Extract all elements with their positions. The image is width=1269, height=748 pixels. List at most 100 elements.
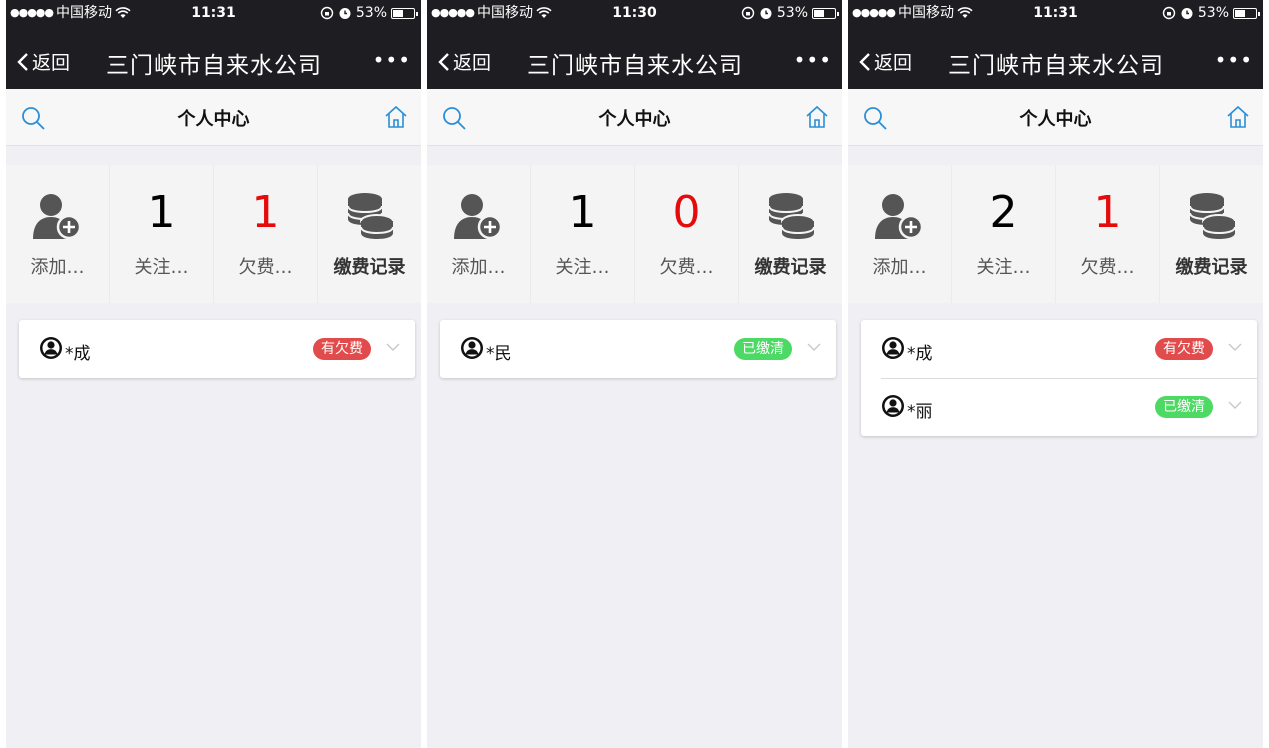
payment-records-label: 缴费记录: [1175, 257, 1248, 278]
account-name: *成: [907, 344, 933, 364]
alarm-icon: [760, 8, 772, 19]
add-account-button[interactable]: 添加…: [848, 165, 952, 303]
payment-records-label: 缴费记录: [754, 257, 827, 278]
section-header: 个人中心: [848, 89, 1263, 146]
owing-accounts-stat[interactable]: 0 欠费…: [635, 165, 739, 303]
battery-percent: 53%: [355, 5, 387, 21]
chevron-down-icon[interactable]: [1227, 341, 1243, 353]
home-icon[interactable]: [383, 104, 409, 130]
add-account-button[interactable]: 添加…: [427, 165, 531, 303]
add-account-label: 添加…: [30, 257, 85, 278]
account-list: *民 已缴清: [440, 320, 836, 378]
person-icon: [882, 395, 904, 417]
chevron-down-icon[interactable]: [385, 341, 401, 353]
phone-screen-3: ●●●●● 中国移动 11:31 53% 返回 三门峡市自来水公司 ••• 个人…: [848, 0, 1263, 748]
status-badge: 有欠费: [313, 338, 371, 360]
account-row[interactable]: *丽 已缴清: [861, 378, 1257, 436]
section-title: 个人中心: [177, 109, 250, 130]
owing-count: 1: [1093, 187, 1122, 238]
wechat-nav-bar: 返回 三门峡市自来水公司 •••: [427, 34, 842, 89]
chevron-down-icon[interactable]: [806, 341, 822, 353]
back-label: 返回: [874, 52, 913, 74]
payment-records-button[interactable]: 缴费记录: [739, 165, 842, 303]
phone-screen-1: ●●●●● 中国移动 11:31 53% 返回 三门峡市自来水公司 ••• 个人…: [6, 0, 421, 748]
owing-label: 欠费…: [238, 257, 293, 278]
add-user-icon: [32, 194, 81, 240]
followed-label: 关注…: [134, 257, 189, 278]
owing-accounts-stat[interactable]: 1 欠费…: [214, 165, 318, 303]
back-button[interactable]: 返回: [16, 48, 70, 75]
chevron-left-icon: [438, 52, 449, 71]
chevron-down-icon[interactable]: [1227, 399, 1243, 411]
person-icon: [40, 337, 62, 359]
account-stats: 添加… 1 关注… 1 欠费… 缴费记录: [6, 165, 421, 303]
followed-count: 1: [147, 187, 176, 238]
followed-accounts-stat[interactable]: 1 关注…: [531, 165, 635, 303]
coins-icon: [346, 193, 394, 239]
page-title: 三门峡市自来水公司: [106, 53, 322, 79]
followed-count: 1: [568, 187, 597, 238]
account-stats: 添加… 2 关注… 1 欠费… 缴费记录: [848, 165, 1263, 303]
battery-percent: 53%: [776, 5, 808, 21]
chevron-left-icon: [17, 52, 28, 71]
battery-icon: [812, 7, 839, 19]
payment-records-label: 缴费记录: [333, 257, 406, 278]
status-badge: 有欠费: [1155, 338, 1213, 360]
followed-accounts-stat[interactable]: 1 关注…: [110, 165, 214, 303]
more-menu-button[interactable]: •••: [1215, 48, 1253, 72]
status-badge: 已缴清: [734, 338, 792, 360]
battery-icon: [391, 7, 418, 19]
rotation-lock-icon: [320, 6, 334, 20]
followed-label: 关注…: [555, 257, 610, 278]
coins-icon: [1188, 193, 1236, 239]
account-row[interactable]: *成 有欠费: [861, 320, 1257, 378]
section-title: 个人中心: [1019, 109, 1092, 130]
followed-label: 关注…: [976, 257, 1031, 278]
account-list: *成 有欠费 *丽 已缴清: [861, 320, 1257, 436]
more-menu-button[interactable]: •••: [373, 48, 411, 72]
payment-records-button[interactable]: 缴费记录: [318, 165, 421, 303]
phone-screen-2: ●●●●● 中国移动 11:30 53% 返回 三门峡市自来水公司 ••• 个人…: [427, 0, 842, 748]
account-name: *民: [486, 344, 512, 364]
add-user-icon: [453, 194, 502, 240]
back-button[interactable]: 返回: [858, 48, 912, 75]
back-label: 返回: [32, 52, 71, 74]
add-account-label: 添加…: [451, 257, 506, 278]
section-title: 个人中心: [598, 109, 671, 130]
owing-count: 0: [672, 187, 701, 238]
page-title: 三门峡市自来水公司: [948, 53, 1164, 79]
owing-label: 欠费…: [659, 257, 714, 278]
rotation-lock-icon: [741, 6, 755, 20]
person-icon: [461, 337, 483, 359]
chevron-left-icon: [859, 52, 870, 71]
owing-accounts-stat[interactable]: 1 欠费…: [1056, 165, 1160, 303]
back-label: 返回: [453, 52, 492, 74]
alarm-icon: [339, 8, 351, 19]
account-name: *成: [65, 344, 91, 364]
account-row[interactable]: *民 已缴清: [440, 320, 836, 378]
account-list: *成 有欠费: [19, 320, 415, 378]
add-account-button[interactable]: 添加…: [6, 165, 110, 303]
add-account-label: 添加…: [872, 257, 927, 278]
account-row[interactable]: *成 有欠费: [19, 320, 415, 378]
followed-accounts-stat[interactable]: 2 关注…: [952, 165, 1056, 303]
payment-records-button[interactable]: 缴费记录: [1160, 165, 1263, 303]
rotation-lock-icon: [1162, 6, 1176, 20]
account-name: *丽: [907, 402, 933, 422]
owing-count: 1: [251, 187, 280, 238]
owing-label: 欠费…: [1080, 257, 1135, 278]
status-badge: 已缴清: [1155, 396, 1213, 418]
followed-count: 2: [989, 187, 1018, 238]
home-icon[interactable]: [1225, 104, 1251, 130]
back-button[interactable]: 返回: [437, 48, 491, 75]
person-icon: [882, 337, 904, 359]
coins-icon: [767, 193, 815, 239]
page-title: 三门峡市自来水公司: [527, 53, 743, 79]
section-header: 个人中心: [6, 89, 421, 146]
more-menu-button[interactable]: •••: [794, 48, 832, 72]
battery-percent: 53%: [1197, 5, 1229, 21]
home-icon[interactable]: [804, 104, 830, 130]
battery-icon: [1233, 7, 1260, 19]
add-user-icon: [874, 194, 923, 240]
wechat-nav-bar: 返回 三门峡市自来水公司 •••: [848, 34, 1263, 89]
